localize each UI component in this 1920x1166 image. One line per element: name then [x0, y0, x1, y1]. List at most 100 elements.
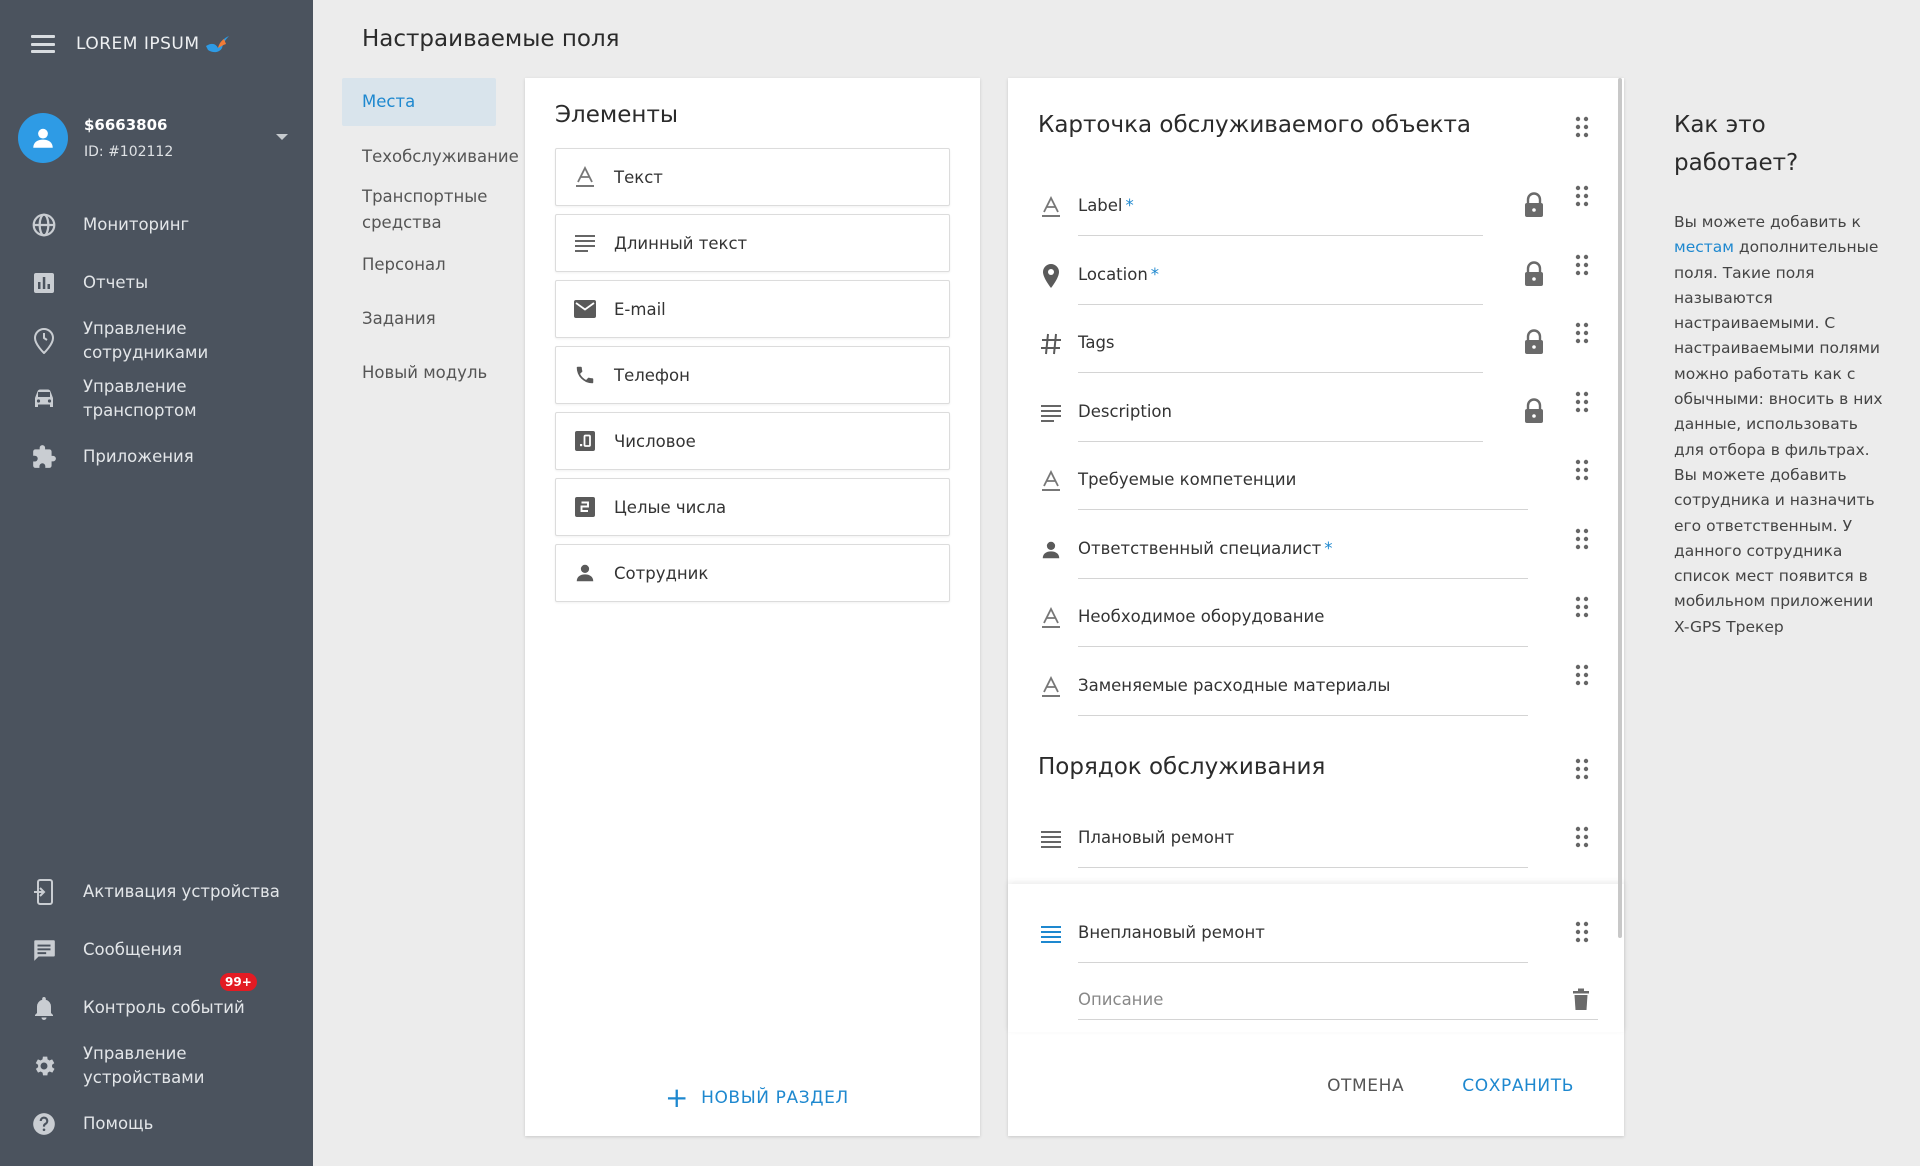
new-section-button[interactable]: + НОВЫЙ РАЗДЕЛ	[665, 1084, 849, 1112]
field-row[interactable]: Tags	[1038, 317, 1558, 373]
element-label: Телефон	[614, 365, 690, 385]
help-panel: Как это работает? Вы можете добавить к м…	[1674, 106, 1884, 640]
field-row[interactable]: Location *	[1038, 249, 1558, 305]
nav-item-event-control[interactable]: Контроль событий 99+	[0, 973, 313, 1037]
bar-chart-icon	[30, 269, 58, 297]
field-row[interactable]: Необходимое оборудование	[1038, 591, 1558, 647]
drag-handle-icon[interactable]	[1574, 921, 1592, 945]
drag-handle-icon[interactable]	[1574, 596, 1592, 620]
subnav-item-vehicles[interactable]: Транспортные средства	[342, 184, 492, 236]
subnav-item-new-module[interactable]: Новый модуль	[342, 360, 522, 386]
lock-icon	[1523, 329, 1547, 355]
card-actions: ОТМЕНА СОХРАНИТЬ	[1327, 1076, 1574, 1096]
nav-item-staff[interactable]: Управление сотрудниками	[0, 312, 313, 370]
long-text-icon	[1038, 826, 1064, 852]
nav-item-messages[interactable]: Сообщения	[0, 921, 313, 979]
nav-item-help[interactable]: Помощь	[0, 1095, 313, 1153]
subnav-item-places[interactable]: Места	[342, 78, 496, 126]
field-underline	[1078, 235, 1483, 236]
drag-handle-icon[interactable]	[1574, 758, 1592, 782]
field-underline	[1078, 577, 1528, 579]
nav-item-monitoring[interactable]: Мониторинг	[0, 196, 313, 254]
element-phone[interactable]: Телефон	[555, 346, 950, 404]
chevron-down-icon[interactable]	[276, 134, 288, 140]
subnav-item-maintenance[interactable]: Техобслуживание	[342, 144, 522, 170]
field-row[interactable]: Ответственный специалист *	[1038, 523, 1558, 579]
field-row[interactable]: Требуемые компетенции	[1038, 454, 1558, 510]
drag-handle-icon[interactable]	[1574, 322, 1592, 346]
nav-item-transport[interactable]: Управление транспортом	[0, 370, 313, 428]
drag-handle-icon[interactable]	[1574, 826, 1592, 850]
element-decimal[interactable]: Числовое	[555, 412, 950, 470]
user-name: $6663806	[84, 116, 168, 134]
field-label-text: Location	[1078, 264, 1148, 284]
description-input[interactable]: Описание	[1078, 990, 1598, 1020]
subnav-item-staff[interactable]: Персонал	[342, 252, 522, 278]
nav-item-device-management[interactable]: Управление устройствами	[0, 1037, 313, 1095]
trash-icon[interactable]	[1572, 988, 1590, 1012]
drag-handle-icon[interactable]	[1574, 116, 1592, 140]
email-icon	[572, 296, 598, 322]
element-email[interactable]: E-mail	[555, 280, 950, 338]
user-info: $6663806 ID: #102112	[84, 116, 173, 160]
card-panel: Карточка обслуживаемого объекта Label * Lo…	[1008, 78, 1624, 1136]
lock-icon	[1523, 192, 1547, 218]
menu-icon[interactable]	[28, 33, 58, 55]
person-icon	[33, 128, 53, 148]
nav-item-reports[interactable]: Отчеты	[0, 254, 313, 312]
order-section-title: Порядок обслуживания	[1038, 754, 1326, 780]
field-row-active[interactable]: Внеплановый ремонт	[1038, 907, 1548, 963]
field-underline	[1078, 714, 1528, 716]
puzzle-icon	[30, 443, 58, 471]
nav-label: Мониторинг	[83, 215, 190, 234]
field-label: Необходимое оборудование	[1078, 607, 1327, 626]
logo[interactable]: LOREM IPSUM	[76, 32, 230, 56]
user-account[interactable]: $6663806 ID: #102112	[18, 110, 298, 166]
field-row[interactable]: Description	[1038, 386, 1558, 442]
required-marker: *	[1324, 538, 1333, 558]
text-icon	[1038, 194, 1064, 220]
subnav-item-tasks[interactable]: Задания	[342, 306, 522, 332]
drag-handle-icon[interactable]	[1574, 391, 1592, 415]
drag-handle-icon[interactable]	[1574, 664, 1592, 688]
phone-icon	[572, 362, 598, 388]
element-long-text[interactable]: Длинный текст	[555, 214, 950, 272]
notification-badge: 99+	[220, 973, 257, 991]
page-title: Настраиваемые поля	[362, 26, 620, 52]
drag-handle-icon[interactable]	[1574, 459, 1592, 483]
field-label-text: Label	[1078, 196, 1123, 215]
card-scroll-area[interactable]: Карточка обслуживаемого объекта Label * Lo…	[1008, 78, 1624, 1032]
decimal-icon	[572, 428, 598, 454]
drag-handle-icon[interactable]	[1574, 185, 1592, 209]
scrollbar[interactable]	[1618, 78, 1622, 938]
drag-handle-icon[interactable]	[1574, 254, 1592, 278]
nav-item-device-activation[interactable]: Активация устройства	[0, 863, 313, 921]
element-integer[interactable]: Целые числа	[555, 478, 950, 536]
element-employee[interactable]: Сотрудник	[555, 544, 950, 602]
logo-text: LOREM IPSUM	[76, 34, 200, 54]
field-underline	[1078, 867, 1528, 868]
field-row[interactable]: Label *	[1038, 180, 1558, 236]
sidebar: LOREM IPSUM $6663806 ID: #102112 Монитор…	[0, 0, 313, 1166]
drag-handle-icon[interactable]	[1574, 528, 1592, 552]
field-row[interactable]: Плановый ремонт	[1038, 812, 1548, 868]
field-label-text: Tags	[1078, 333, 1115, 352]
field-row[interactable]: Заменяемые расходные материалы	[1038, 660, 1558, 716]
help-icon	[30, 1110, 58, 1138]
new-section-label: НОВЫЙ РАЗДЕЛ	[701, 1088, 849, 1108]
lock-icon	[1523, 260, 1547, 287]
field-underline	[1078, 372, 1483, 373]
element-label: Целые числа	[614, 497, 727, 517]
long-text-icon	[1038, 921, 1064, 947]
secondary-nav: Активация устройства Сообщения Контроль …	[0, 863, 313, 1153]
places-link[interactable]: местам	[1674, 238, 1734, 256]
nav-label: Контроль событий	[83, 998, 245, 1017]
nav-item-apps[interactable]: Приложения	[0, 428, 313, 486]
field-label-text: Description	[1078, 401, 1172, 421]
element-label: Числовое	[614, 431, 696, 451]
element-text[interactable]: Текст	[555, 148, 950, 206]
cancel-button[interactable]: ОТМЕНА	[1327, 1076, 1404, 1096]
save-button[interactable]: СОХРАНИТЬ	[1462, 1076, 1574, 1096]
field-label: Требуемые компетенции	[1078, 470, 1299, 489]
help-text: Вы можете добавить к местам дополнительн…	[1674, 210, 1884, 640]
